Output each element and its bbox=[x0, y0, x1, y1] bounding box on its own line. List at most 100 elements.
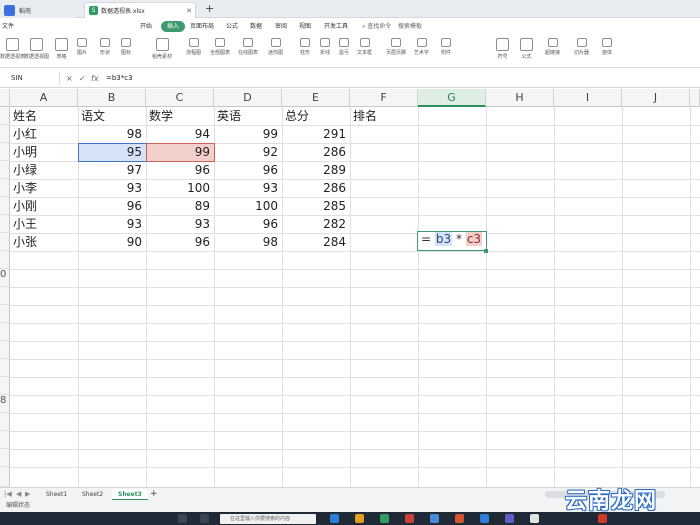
menu-data[interactable]: 数据 bbox=[250, 21, 262, 32]
row-header[interactable] bbox=[0, 161, 10, 179]
cell-f1[interactable]: 排名 bbox=[350, 107, 418, 125]
cell-total[interactable]: 286 bbox=[282, 143, 350, 161]
cell-math[interactable]: 89 bbox=[146, 197, 214, 215]
cell-name[interactable]: 小刚 bbox=[10, 197, 78, 215]
row-header[interactable] bbox=[0, 377, 10, 395]
ribbon-header-footer[interactable]: 页眉页脚 bbox=[386, 37, 406, 56]
cell-math[interactable]: 93 bbox=[146, 215, 214, 233]
edge-icon[interactable] bbox=[330, 514, 339, 523]
cell-english[interactable]: 96 bbox=[214, 161, 282, 179]
ribbon-column[interactable]: 柱形 bbox=[300, 37, 310, 56]
cell-d1[interactable]: 英语 bbox=[214, 107, 282, 125]
cell-name[interactable]: 小明 bbox=[10, 143, 78, 161]
ribbon-wordart[interactable]: 艺术字 bbox=[414, 37, 429, 56]
select-all-corner[interactable] bbox=[0, 89, 10, 107]
close-tab-icon[interactable]: ✕ bbox=[186, 7, 192, 15]
cell-name[interactable]: 小张 bbox=[10, 233, 78, 251]
ribbon-all-charts[interactable]: 全部图表 bbox=[210, 37, 230, 56]
cell-english[interactable]: 100 bbox=[214, 197, 282, 215]
row-header[interactable] bbox=[0, 413, 10, 431]
menu-home[interactable]: 开始 bbox=[140, 21, 152, 32]
sheet-tab-2[interactable]: Sheet2 bbox=[76, 489, 109, 500]
name-box[interactable]: SIN bbox=[2, 72, 60, 85]
row-header[interactable] bbox=[0, 431, 10, 449]
menu-page-layout[interactable]: 页面布局 bbox=[190, 21, 214, 32]
cell-b1[interactable]: 语文 bbox=[78, 107, 146, 125]
cell-math[interactable]: 100 bbox=[146, 179, 214, 197]
cell-total[interactable]: 282 bbox=[282, 215, 350, 233]
sheet-tab-3[interactable]: Sheet3 bbox=[112, 489, 148, 500]
cell-total[interactable]: 284 bbox=[282, 233, 350, 251]
cell-total[interactable]: 289 bbox=[282, 161, 350, 179]
row-header[interactable] bbox=[0, 215, 10, 233]
menu-developer[interactable]: 开发工具 bbox=[324, 21, 348, 32]
ribbon-online-chart[interactable]: 在线图表 bbox=[238, 37, 258, 56]
cancel-icon[interactable]: × bbox=[66, 72, 73, 85]
cell-english[interactable]: 92 bbox=[214, 143, 282, 161]
cell-english[interactable]: 96 bbox=[214, 215, 282, 233]
ribbon-textbox[interactable]: 文本框 bbox=[357, 37, 372, 56]
ribbon-sparkline[interactable]: 迷你图 bbox=[268, 37, 283, 56]
confirm-icon[interactable]: ✓ bbox=[79, 72, 86, 85]
sheet-grid[interactable]: A B C D E F G H I J 0 8 姓名 语文 数学 英语 总分 排… bbox=[0, 89, 700, 487]
column-header-h[interactable]: H bbox=[486, 89, 554, 107]
ribbon-line[interactable]: 折线 bbox=[320, 37, 330, 56]
task-view-icon[interactable] bbox=[200, 514, 209, 523]
menu-review[interactable]: 审阅 bbox=[275, 21, 287, 32]
ribbon-pivot-table[interactable]: 数据透视表 bbox=[0, 37, 25, 60]
cell-chinese[interactable]: 98 bbox=[78, 125, 146, 143]
cell-chinese[interactable]: 93 bbox=[78, 215, 146, 233]
cell-c1[interactable]: 数学 bbox=[146, 107, 214, 125]
menu-file[interactable]: 文件 bbox=[2, 21, 14, 32]
menu-insert[interactable]: 插入 bbox=[161, 21, 186, 32]
template-search[interactable]: 搜索模板 bbox=[398, 21, 422, 32]
cell-name[interactable]: 小王 bbox=[10, 215, 78, 233]
row-header[interactable] bbox=[0, 287, 10, 305]
folder-icon[interactable] bbox=[355, 514, 364, 523]
ribbon-shape[interactable]: 形状 bbox=[100, 37, 110, 56]
cell-total[interactable]: 286 bbox=[282, 179, 350, 197]
cell-total[interactable]: 291 bbox=[282, 125, 350, 143]
column-header-a[interactable]: A bbox=[10, 89, 78, 107]
row-header[interactable] bbox=[0, 107, 10, 125]
ribbon-win-loss[interactable]: 盈亏 bbox=[339, 37, 349, 56]
prev-sheet-icon[interactable]: ◀ bbox=[16, 490, 21, 498]
command-search[interactable]: ⌕ 查找命令 bbox=[362, 21, 391, 32]
taskbar-search-input[interactable]: 在这里输入你要搜索的内容 bbox=[220, 514, 316, 524]
row-header[interactable] bbox=[0, 251, 10, 269]
ribbon-picture[interactable]: 图片 bbox=[77, 37, 87, 56]
row-header[interactable] bbox=[0, 341, 10, 359]
cell-chinese[interactable]: 90 bbox=[78, 233, 146, 251]
next-sheet-icon[interactable]: ▶ bbox=[25, 490, 30, 498]
cell-e1[interactable]: 总分 bbox=[282, 107, 350, 125]
add-sheet-button[interactable]: + bbox=[144, 489, 164, 500]
ribbon-symbol[interactable]: 符号 bbox=[496, 37, 509, 60]
cell-math[interactable]: 99 bbox=[146, 143, 214, 161]
ribbon-icons[interactable]: 图标 bbox=[121, 37, 131, 56]
active-cell-editor[interactable]: = b3 * c3 bbox=[417, 231, 487, 251]
column-header-j[interactable]: J bbox=[622, 89, 690, 107]
cell-name[interactable]: 小李 bbox=[10, 179, 78, 197]
cell-name[interactable]: 小绿 bbox=[10, 161, 78, 179]
ribbon-slicer[interactable]: 切片器 bbox=[574, 37, 589, 56]
column-header-d[interactable]: D bbox=[214, 89, 282, 107]
row-header[interactable] bbox=[0, 305, 10, 323]
row-header[interactable] bbox=[0, 233, 10, 251]
row-header[interactable] bbox=[0, 143, 10, 161]
app-icon[interactable] bbox=[505, 514, 514, 523]
cell-chinese[interactable]: 95 bbox=[78, 143, 146, 161]
cell-math[interactable]: 96 bbox=[146, 161, 214, 179]
column-header-f[interactable]: F bbox=[350, 89, 418, 107]
column-header-c[interactable]: C bbox=[146, 89, 214, 107]
app-icon[interactable] bbox=[530, 514, 539, 523]
column-header-g[interactable]: G bbox=[418, 89, 486, 107]
app-icon[interactable] bbox=[430, 514, 439, 523]
row-header[interactable] bbox=[0, 125, 10, 143]
ribbon-table[interactable]: 表格 bbox=[55, 37, 68, 60]
cell-chinese[interactable]: 96 bbox=[78, 197, 146, 215]
cell-english[interactable]: 93 bbox=[214, 179, 282, 197]
app-icon[interactable] bbox=[480, 514, 489, 523]
start-icon[interactable] bbox=[178, 514, 187, 523]
column-header-b[interactable]: B bbox=[78, 89, 146, 107]
ribbon-pivot-chart[interactable]: 数据透视图 bbox=[24, 37, 49, 60]
